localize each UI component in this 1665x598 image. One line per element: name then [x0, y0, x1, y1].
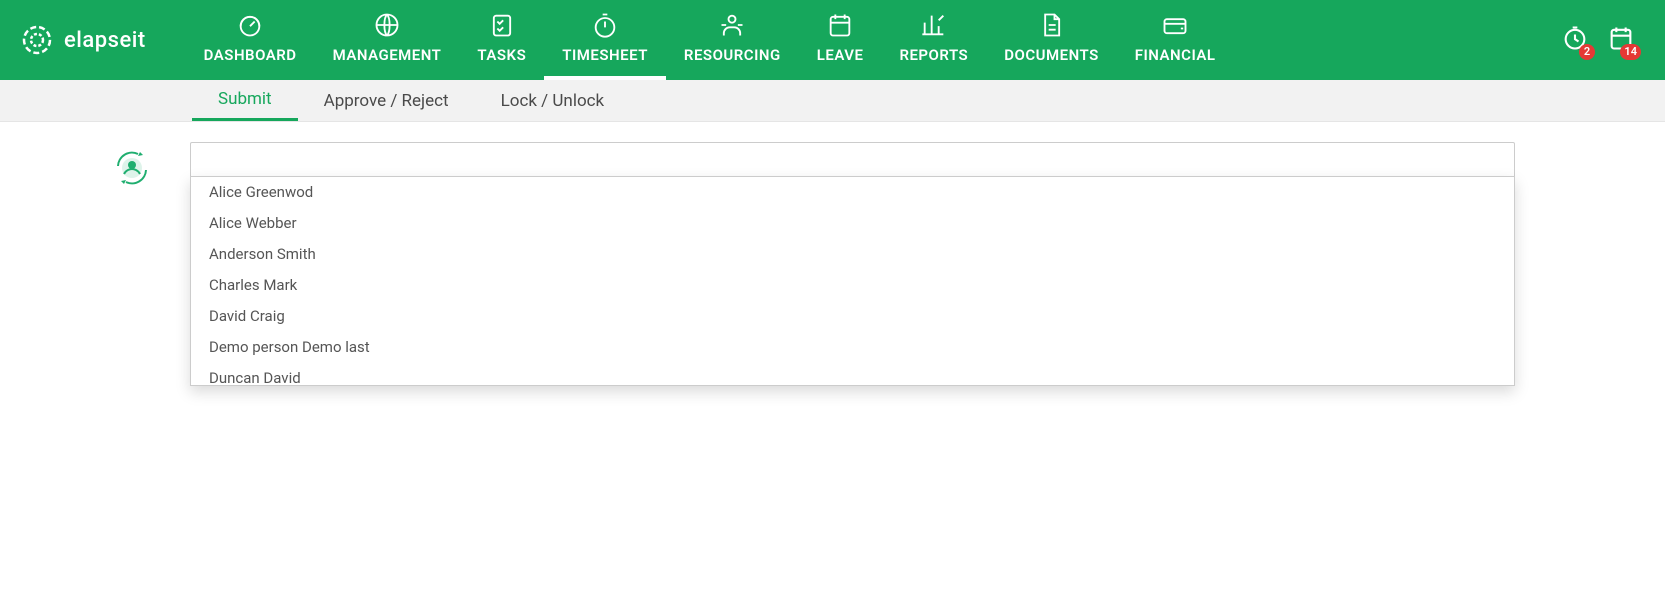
user-option[interactable]: Duncan David — [191, 363, 1514, 386]
user-option[interactable]: Alice Greenwod — [191, 177, 1514, 208]
user-dropdown: Alice GreenwodAlice WebberAnderson Smith… — [190, 176, 1515, 386]
subtab-approve-reject[interactable]: Approve / Reject — [298, 80, 475, 121]
timesheet-subtabs: Submit Approve / Reject Lock / Unlock — [0, 80, 1665, 122]
nav-label: MANAGEMENT — [333, 46, 442, 64]
nav-label: DASHBOARD — [204, 46, 297, 64]
stopwatch-icon — [591, 10, 619, 40]
content-area: Alice GreenwodAlice WebberAnderson Smith… — [0, 122, 1665, 403]
timer-badge: 2 — [1579, 44, 1595, 60]
switch-user-icon[interactable] — [110, 146, 154, 194]
brand-name: elapseit — [64, 28, 146, 53]
nav-leave[interactable]: LEAVE — [799, 0, 882, 80]
brand-logo[interactable]: elapseit — [20, 23, 146, 57]
main-nav: DASHBOARD MANAGEMENT TASKS TIMESHEET RES… — [186, 0, 1234, 80]
nav-reports[interactable]: REPORTS — [881, 0, 986, 80]
nav-dashboard[interactable]: DASHBOARD — [186, 0, 315, 80]
nav-label: RESOURCING — [684, 46, 781, 64]
user-option[interactable]: Anderson Smith — [191, 239, 1514, 270]
dashboard-icon — [236, 10, 264, 40]
calendar-badge: 14 — [1620, 44, 1641, 60]
chart-icon — [920, 10, 948, 40]
nav-management[interactable]: MANAGEMENT — [315, 0, 460, 80]
subtab-submit[interactable]: Submit — [192, 80, 298, 121]
user-dropdown-list[interactable]: Alice GreenwodAlice WebberAnderson Smith… — [191, 177, 1514, 386]
user-select-input[interactable] — [190, 142, 1515, 178]
resourcing-icon — [718, 10, 746, 40]
globe-icon — [373, 10, 401, 40]
nav-label: FINANCIAL — [1135, 46, 1216, 64]
nav-label: TIMESHEET — [562, 46, 648, 64]
user-option[interactable]: Charles Mark — [191, 270, 1514, 301]
nav-label: LEAVE — [817, 46, 864, 64]
nav-timesheet[interactable]: TIMESHEET — [544, 0, 666, 80]
top-nav: elapseit DASHBOARD MANAGEMENT TASKS TIME… — [0, 0, 1665, 80]
subtab-label: Lock / Unlock — [501, 91, 605, 111]
user-select-row: Alice GreenwodAlice WebberAnderson Smith… — [190, 142, 1515, 178]
subtab-lock-unlock[interactable]: Lock / Unlock — [475, 80, 631, 121]
subtab-label: Submit — [218, 89, 272, 109]
checklist-icon — [488, 10, 516, 40]
calendar-icon — [826, 10, 854, 40]
user-option[interactable]: Demo person Demo last — [191, 332, 1514, 363]
document-icon — [1037, 10, 1065, 40]
nav-tasks[interactable]: TASKS — [459, 0, 544, 80]
nav-label: REPORTS — [899, 46, 968, 64]
nav-financial[interactable]: FINANCIAL — [1117, 0, 1234, 80]
wallet-icon — [1161, 10, 1189, 40]
nav-resourcing[interactable]: RESOURCING — [666, 0, 799, 80]
user-option[interactable]: David Craig — [191, 301, 1514, 332]
topbar-right: 2 14 — [1561, 24, 1645, 56]
nav-label: DOCUMENTS — [1004, 46, 1099, 64]
user-option[interactable]: Alice Webber — [191, 208, 1514, 239]
timer-notification[interactable]: 2 — [1561, 24, 1589, 56]
subtab-label: Approve / Reject — [324, 91, 449, 111]
nav-documents[interactable]: DOCUMENTS — [986, 0, 1117, 80]
nav-label: TASKS — [477, 46, 526, 64]
logo-icon — [20, 23, 54, 57]
calendar-notification[interactable]: 14 — [1607, 24, 1635, 56]
